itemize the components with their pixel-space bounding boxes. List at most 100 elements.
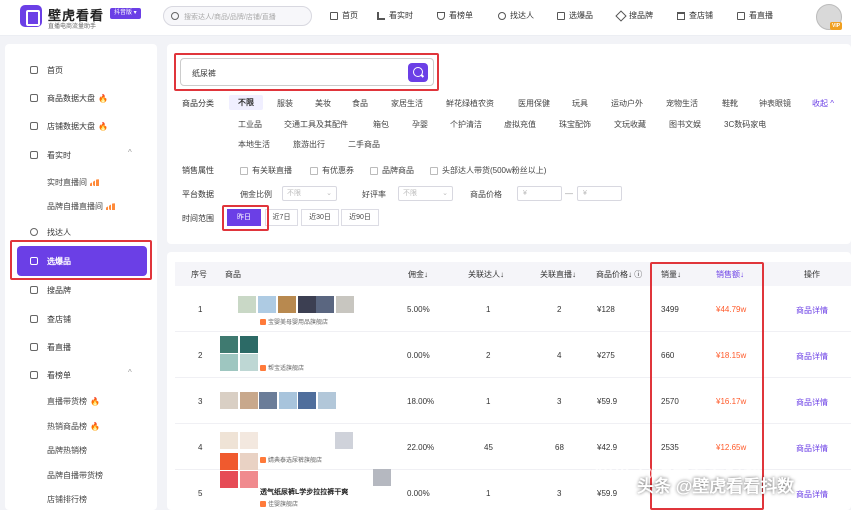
- search-button[interactable]: [408, 63, 428, 82]
- checkbox-label: 头部达人带货(500w粉丝以上): [442, 166, 547, 175]
- sidebar-item-store-rank[interactable]: 店铺排行榜: [5, 491, 157, 507]
- price-min-input[interactable]: ¥: [517, 186, 562, 201]
- category-item[interactable]: 二手商品: [348, 139, 380, 150]
- topnav-realtime[interactable]: 看实时: [377, 10, 413, 21]
- category-item[interactable]: 图书文娱: [669, 119, 701, 130]
- topnav-kol[interactable]: 找达人: [498, 10, 534, 21]
- checkbox-box[interactable]: [370, 166, 378, 175]
- category-item[interactable]: 本地生活: [238, 139, 270, 150]
- commission-select[interactable]: 不限 ⌄: [282, 186, 337, 201]
- row3-product-thumbs[interactable]: [220, 392, 370, 426]
- header-kol[interactable]: 关联达人↓: [468, 269, 504, 280]
- row4-detail-link[interactable]: 商品详情: [796, 443, 828, 454]
- row5-shop[interactable]: 佳婴旗舰店: [260, 499, 298, 508]
- category-item[interactable]: 玩具: [572, 98, 588, 109]
- row2-shop[interactable]: 帮宝适旗舰店: [260, 363, 304, 372]
- sidebar-item-brand-live-rank[interactable]: 品牌自播带货榜: [5, 467, 157, 483]
- category-item[interactable]: 美妆: [315, 98, 331, 109]
- sidebar-item-realtime[interactable]: 看实时 ^: [5, 147, 157, 163]
- sidebar-item-hot-product-rank[interactable]: 热销商品榜 🔥: [5, 418, 157, 434]
- sidebar-item-brand-live-room[interactable]: 品牌自播直播间: [5, 198, 157, 214]
- sidebar-item-live[interactable]: 看直播: [5, 339, 157, 355]
- tv-icon: [30, 343, 38, 351]
- category-item[interactable]: 钟表眼镜: [759, 98, 791, 109]
- header-index: 序号: [191, 270, 207, 279]
- category-item[interactable]: 文玩收藏: [614, 119, 646, 130]
- checkbox-label: 品牌商品: [382, 166, 414, 175]
- row1-shop[interactable]: 宝婴美母婴用品旗舰店: [260, 317, 328, 326]
- row1-price: ¥128: [597, 305, 615, 314]
- chevron-up-icon[interactable]: ^: [128, 368, 132, 377]
- header-revenue[interactable]: 销售额↓: [716, 269, 744, 280]
- time-90d-button[interactable]: 近90日: [341, 209, 379, 226]
- sidebar-item-hot-product[interactable]: 选爆品: [17, 246, 147, 276]
- topnav-rank[interactable]: 看榜单: [437, 10, 473, 21]
- version-dropdown[interactable]: 抖音版 ▾: [110, 8, 141, 19]
- sidebar-item-live-sales-rank[interactable]: 直播带货榜 🔥: [5, 393, 157, 409]
- row1-detail-link[interactable]: 商品详情: [796, 305, 828, 316]
- category-item[interactable]: 医用保健: [518, 98, 550, 109]
- chevron-up-icon[interactable]: ^: [128, 148, 132, 157]
- sidebar-item-brand-hot-rank[interactable]: 品牌热销榜: [5, 442, 157, 458]
- time-yesterday-button[interactable]: 昨日: [227, 209, 261, 226]
- sidebar-item-brand[interactable]: 搜品牌: [5, 282, 157, 298]
- header-action: 操作: [804, 270, 820, 279]
- category-item[interactable]: 旅游出行: [293, 139, 325, 150]
- topnav-home[interactable]: 首页: [330, 10, 358, 21]
- good-rate-select[interactable]: 不限 ⌄: [398, 186, 453, 201]
- product-search-input[interactable]: 纸尿裤: [180, 58, 434, 86]
- checkbox-box[interactable]: [310, 166, 318, 175]
- header-price[interactable]: 商品价格↓ ⓘ: [596, 269, 642, 280]
- category-item[interactable]: 虚拟充值: [504, 119, 536, 130]
- category-item[interactable]: 宠物生活: [666, 98, 698, 109]
- category-item[interactable]: 3C数码家电: [724, 119, 766, 130]
- checkbox-brand[interactable]: 品牌商品: [370, 165, 414, 176]
- category-item[interactable]: 服装: [277, 98, 293, 109]
- category-item[interactable]: 个护清洁: [450, 119, 482, 130]
- header-live[interactable]: 关联直播↓: [540, 269, 576, 280]
- row3-detail-link[interactable]: 商品详情: [796, 397, 828, 408]
- checkbox-top-kol[interactable]: 头部达人带货(500w粉丝以上): [430, 165, 546, 176]
- row3-revenue: ¥16.17w: [716, 397, 747, 406]
- category-item[interactable]: 孕婴: [412, 119, 428, 130]
- sidebar-item-home[interactable]: 首页: [5, 62, 157, 78]
- row5-product-name[interactable]: 透气纸尿裤L学步拉拉裤干爽: [260, 487, 348, 497]
- sidebar-item-kol[interactable]: 找达人: [5, 224, 157, 240]
- sidebar-item-label: 选爆品: [47, 257, 71, 266]
- sidebar-item-rank[interactable]: 看榜单 ^: [5, 367, 157, 383]
- category-item[interactable]: 家居生活: [391, 98, 423, 109]
- category-item[interactable]: 箱包: [373, 119, 389, 130]
- sidebar-item-store[interactable]: 查店铺: [5, 311, 157, 327]
- checkbox-related-live[interactable]: 有关联直播: [240, 165, 292, 176]
- sidebar-item-live-room[interactable]: 实时直播间: [5, 174, 157, 190]
- row5-detail-link[interactable]: 商品详情: [796, 489, 828, 500]
- time-7d-button[interactable]: 近7日: [265, 209, 298, 226]
- shop-name: 宝婴美母婴用品旗舰店: [268, 320, 329, 326]
- category-item[interactable]: 鞋靴: [722, 98, 738, 109]
- price-max-input[interactable]: ¥: [577, 186, 622, 201]
- row2-detail-link[interactable]: 商品详情: [796, 351, 828, 362]
- header-sales[interactable]: 销量↓: [661, 269, 681, 280]
- collapse-toggle[interactable]: 收起 ^: [812, 98, 834, 109]
- header-commission[interactable]: 佣金↓: [408, 269, 428, 280]
- category-item[interactable]: 珠宝配饰: [559, 119, 591, 130]
- category-item[interactable]: 交通工具及其配件: [284, 119, 348, 130]
- checkbox-coupon[interactable]: 有优惠券: [310, 165, 354, 176]
- category-item[interactable]: 工业品: [238, 119, 262, 130]
- sidebar-item-product-dashboard[interactable]: 商品数据大盘 🔥: [5, 90, 157, 106]
- time-30d-button[interactable]: 近30日: [301, 209, 339, 226]
- topnav-hot-product[interactable]: 选爆品: [557, 10, 593, 21]
- topnav-store[interactable]: 查店铺: [677, 10, 713, 21]
- category-item[interactable]: 鲜花绿植农资: [446, 98, 494, 109]
- checkbox-box[interactable]: [240, 166, 248, 175]
- topnav-live[interactable]: 看直播: [737, 10, 773, 21]
- category-item[interactable]: 运动户外: [611, 98, 643, 109]
- global-search-input[interactable]: 搜索达人/商品/品牌/店铺/直播: [163, 6, 312, 26]
- logo-icon[interactable]: [20, 5, 42, 27]
- category-unlimited[interactable]: 不限: [229, 95, 263, 110]
- checkbox-box[interactable]: [430, 166, 438, 175]
- topnav-brand[interactable]: 搜品牌: [615, 9, 653, 22]
- category-item[interactable]: 食品: [352, 98, 368, 109]
- select-placeholder: 不限: [403, 190, 417, 197]
- sidebar-item-store-dashboard[interactable]: 店铺数据大盘 🔥: [5, 118, 157, 134]
